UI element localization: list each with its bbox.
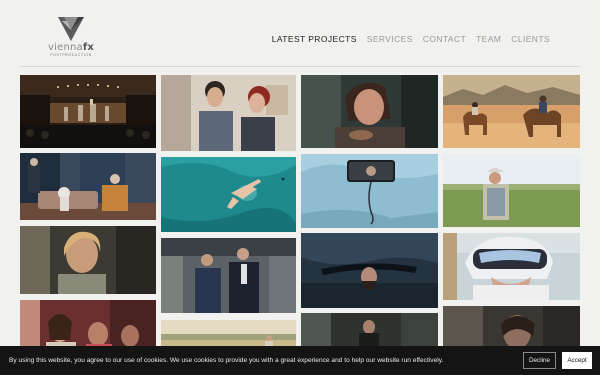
nav-team[interactable]: TEAM <box>476 34 501 44</box>
project-thumbnail-swimmer-pool[interactable] <box>161 157 296 232</box>
project-thumbnail-theatre-stage[interactable] <box>20 75 156 148</box>
project-thumbnail-living-room[interactable] <box>20 153 156 220</box>
nav-clients[interactable]: CLIENTS <box>511 34 550 44</box>
nav-contact[interactable]: CONTACT <box>423 34 466 44</box>
project-thumbnail-two-women[interactable] <box>161 75 296 151</box>
project-thumbnail-floating-figure[interactable] <box>301 233 438 308</box>
logo-subtitle: POSTPRODUCTION <box>50 53 92 57</box>
project-thumbnail-woman-portrait[interactable] <box>301 75 438 148</box>
nav-latest-projects[interactable]: LATEST PROJECTS <box>272 34 357 44</box>
project-thumbnail-woman-hallway[interactable] <box>20 226 156 294</box>
nav-services[interactable]: SERVICES <box>367 34 413 44</box>
main-nav: LATEST PROJECTS SERVICES CONTACT TEAM CL… <box>272 34 550 44</box>
project-thumbnail-helmet-rider[interactable] <box>443 233 580 300</box>
page: viennafx POSTPRODUCTION LATEST PROJECTS … <box>0 0 600 375</box>
project-thumbnail-desert-camels[interactable] <box>443 75 580 148</box>
cookie-message: By using this website, you agree to our … <box>9 357 444 364</box>
site-header: viennafx POSTPRODUCTION LATEST PROJECTS … <box>0 0 600 66</box>
project-thumbnail-two-men-factory[interactable] <box>161 238 296 313</box>
site-logo[interactable]: viennafx POSTPRODUCTION <box>48 17 94 61</box>
header-divider <box>20 66 580 67</box>
logo-triangle-icon <box>58 17 84 41</box>
cookie-banner: By using this website, you agree to our … <box>0 346 600 375</box>
logo-wordmark: viennafx <box>48 42 95 53</box>
decline-cookies-button[interactable]: Decline <box>523 352 556 369</box>
project-thumbnail-man-meadow[interactable] <box>443 154 580 227</box>
project-grid <box>20 75 580 375</box>
accept-cookies-button[interactable]: Accept <box>562 352 592 369</box>
project-thumbnail-ice-phone[interactable] <box>301 154 438 228</box>
